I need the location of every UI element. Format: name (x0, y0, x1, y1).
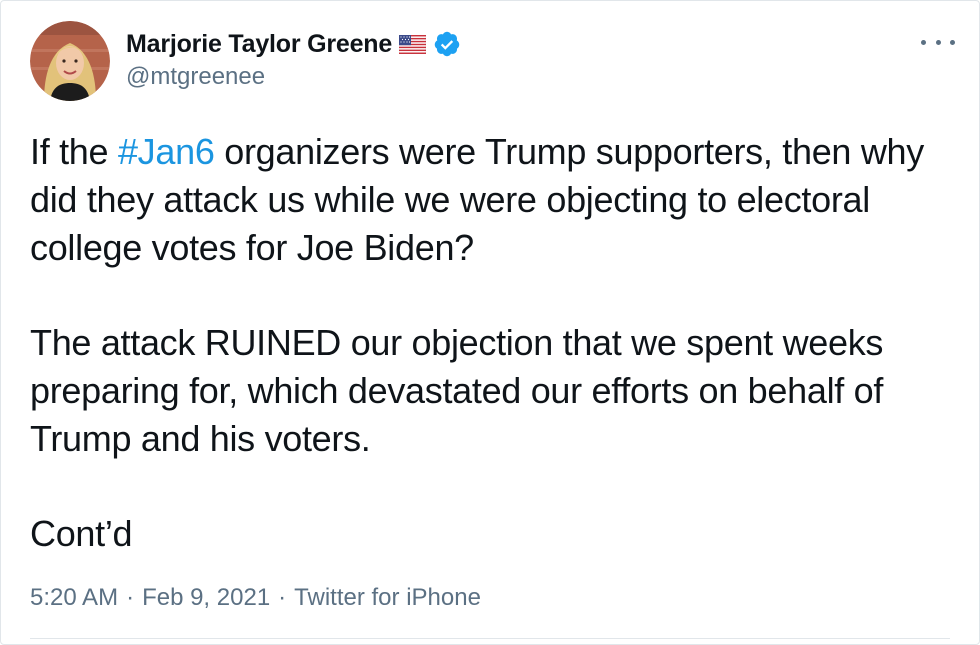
avatar[interactable] (30, 21, 110, 101)
author-handle[interactable]: @mtgreenee (126, 63, 265, 91)
separator: · (278, 584, 287, 611)
hashtag-link[interactable]: #Jan6 (118, 131, 215, 172)
us-flag-icon (398, 34, 427, 54)
author-name-row: Marjorie Taylor Greene (126, 29, 461, 59)
tweet-source-link[interactable]: Twitter for iPhone (294, 584, 481, 612)
separator: · (126, 584, 135, 611)
author-display-name[interactable]: Marjorie Taylor Greene (126, 30, 392, 59)
tweet-metadata: 5:20 AM · Feb 9, 2021 · Twitter for iPho… (30, 584, 481, 612)
tweet-text-segment: If the (30, 131, 118, 172)
avatar-image (30, 21, 110, 101)
more-dot (950, 39, 955, 45)
divider (30, 638, 950, 639)
tweet-time[interactable]: 5:20 AM (30, 584, 118, 612)
tweet-paragraph: The attack RUINED our objection that we … (30, 322, 884, 459)
tweet-text: If the #Jan6 organizers were Trump suppo… (30, 128, 960, 558)
tweet-card: Marjorie Taylor Greene @mtgreenee If the… (0, 0, 980, 645)
verified-badge-icon (433, 30, 461, 58)
tweet-paragraph: Cont’d (30, 513, 133, 554)
tweet-paragraph: If the #Jan6 organizers were Trump suppo… (30, 128, 960, 272)
more-dot (921, 39, 926, 45)
tweet-date[interactable]: Feb 9, 2021 (142, 584, 270, 612)
more-options-icon[interactable] (921, 33, 955, 51)
more-dot (935, 39, 941, 45)
